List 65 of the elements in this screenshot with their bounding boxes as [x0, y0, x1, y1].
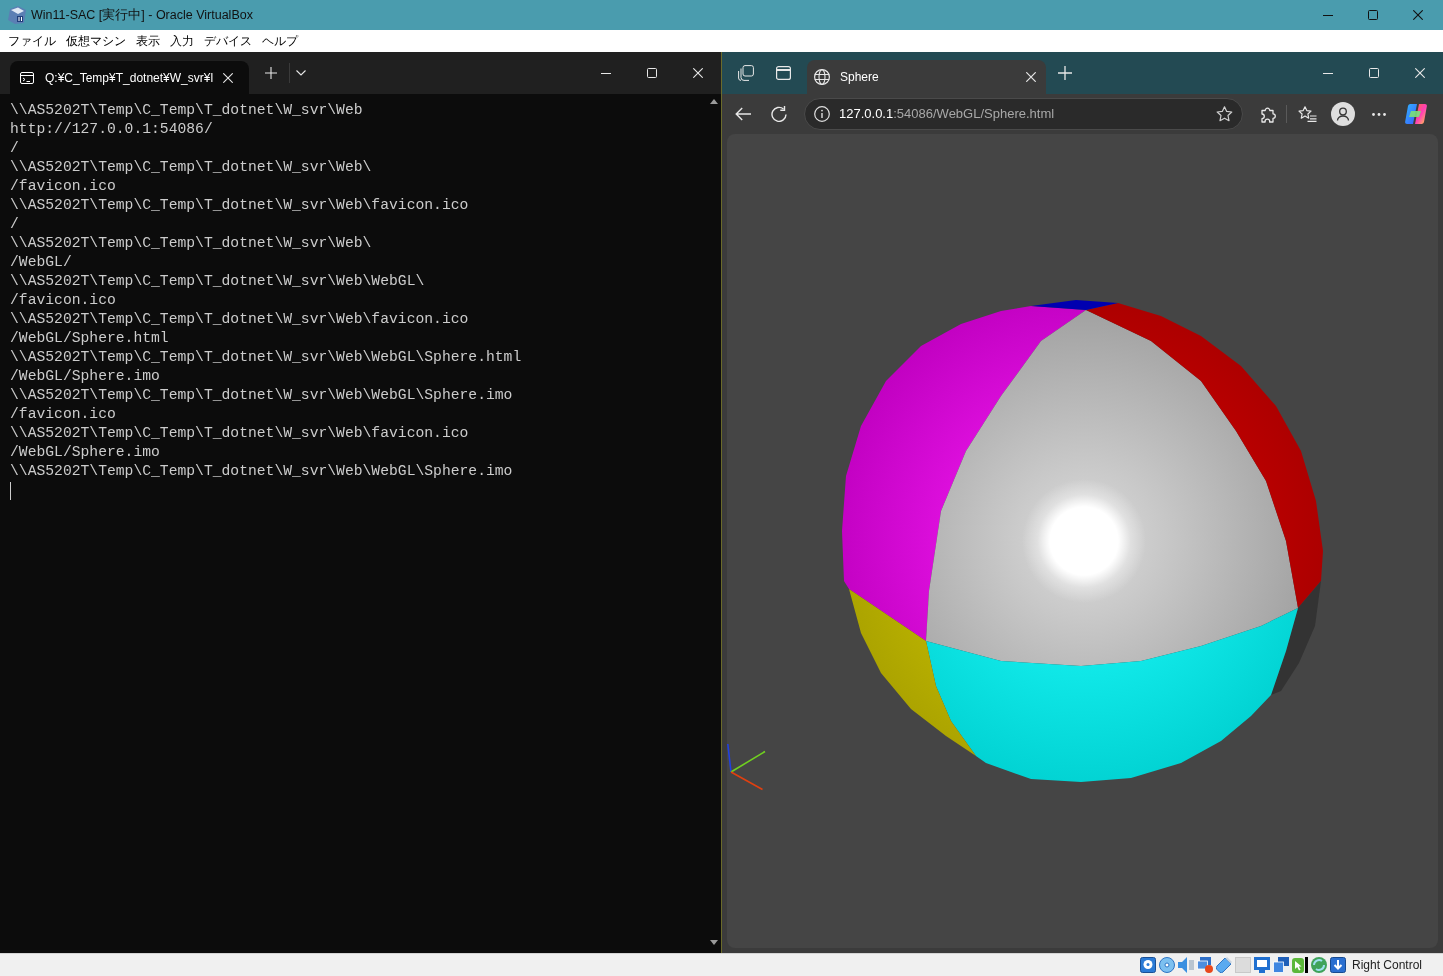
plug-icon[interactable]: [1215, 957, 1232, 973]
terminal-line: \\AS5202T\Temp\C_Temp\T_dotnet\W_svr\Web\WebGL\Sphere.imo: [10, 386, 513, 405]
info-icon[interactable]: [814, 106, 830, 122]
terminal-line: /: [10, 139, 19, 158]
terminal-line: /WebGL/: [10, 253, 72, 272]
display-icon[interactable]: [1253, 957, 1270, 973]
terminal-line: \\AS5202T\Temp\C_Temp\T_dotnet\W_svr\Web\WebGL\Sphere.html: [10, 348, 522, 367]
maximize-icon[interactable]: [1367, 10, 1378, 20]
terminal-line: \\AS5202T\Temp\C_Temp\T_dotnet\W_svr\Web\favicon.ico: [10, 196, 469, 215]
optical-disc-icon[interactable]: [1158, 957, 1175, 973]
menu-item[interactable]: 入力: [170, 32, 194, 50]
browser-tab[interactable]: Sphere: [807, 60, 1046, 94]
address-bar[interactable]: 127.0.0.1:54086/WebGL/Sphere.html: [804, 98, 1243, 130]
refresh-icon[interactable]: [771, 106, 787, 122]
xyz-axes-icon: [727, 743, 767, 791]
scroll-down-icon[interactable]: [709, 940, 718, 945]
network-icon[interactable]: [1196, 957, 1213, 973]
stacked-windows-icon[interactable]: [1272, 957, 1289, 973]
plus-icon[interactable]: [265, 67, 277, 79]
menu-item[interactable]: 仮想マシン: [66, 32, 126, 50]
text-cursor-icon: [10, 481, 11, 500]
terminal-line: http://127.0.0.1:54086/: [10, 120, 213, 139]
minimize-icon[interactable]: [601, 72, 611, 74]
window-title: Win11-SAC [実行中] - Oracle VirtualBox: [31, 6, 253, 24]
globe-icon: [814, 69, 830, 85]
terminal-line: /favicon.ico: [10, 405, 116, 424]
avatar-icon[interactable]: [1331, 102, 1355, 126]
puzzle-icon[interactable]: [1259, 105, 1277, 123]
menu-item[interactable]: デバイス: [204, 32, 252, 50]
pointer-icon[interactable]: [1291, 957, 1308, 973]
terminal-line: /WebGL/Sphere.imo: [10, 367, 160, 386]
close-icon[interactable]: [1412, 10, 1423, 20]
terminal-line: \\AS5202T\Temp\C_Temp\T_dotnet\W_svr\Web\WebGL\: [10, 272, 425, 291]
terminal-line: /favicon.ico: [10, 291, 116, 310]
minimize-icon[interactable]: [1323, 72, 1333, 74]
scroll-up-icon[interactable]: [709, 99, 718, 104]
app-logo-icon: [8, 6, 26, 24]
terminal-line: \\AS5202T\Temp\C_Temp\T_dotnet\W_svr\Web\: [10, 158, 372, 177]
terminal-line: \\AS5202T\Temp\C_Temp\T_dotnet\W_svr\Web\favicon.ico: [10, 310, 469, 329]
menu-item[interactable]: ヘルプ: [262, 32, 298, 50]
terminal-icon: [20, 71, 34, 84]
speaker-icon[interactable]: [1177, 957, 1194, 973]
gradient-logo-icon[interactable]: [1405, 104, 1427, 124]
window-icon[interactable]: [775, 66, 791, 80]
menu-item[interactable]: 表示: [136, 32, 160, 50]
plus-icon[interactable]: [1058, 66, 1072, 80]
terminal-line: \\AS5202T\Temp\C_Temp\T_dotnet\W_svr\Web\favicon.ico: [10, 424, 469, 443]
terminal-line: \\AS5202T\Temp\C_Temp\T_dotnet\W_svr\Web\: [10, 234, 372, 253]
star-icon[interactable]: [1216, 106, 1233, 122]
terminal-line: /: [10, 215, 19, 234]
stacked-squares-icon[interactable]: [738, 65, 754, 81]
minimize-icon[interactable]: [1322, 14, 1333, 16]
chevron-down-icon[interactable]: [296, 70, 306, 76]
terminal-line: /WebGL/Sphere.html: [10, 329, 169, 348]
star-list-icon[interactable]: [1297, 106, 1317, 122]
terminal-tab[interactable]: Q:¥C_Temp¥T_dotnet¥W_svr¥l: [10, 61, 249, 94]
host-key-label: Right Control: [1351, 957, 1422, 974]
terminal-line: \\AS5202T\Temp\C_Temp\T_dotnet\W_svr\Web: [10, 101, 363, 120]
terminal-line: \\AS5202T\Temp\C_Temp\T_dotnet\W_svr\Web\WebGL\Sphere.imo: [10, 462, 513, 481]
more-icon[interactable]: [1372, 112, 1386, 116]
terminal-line: /favicon.ico: [10, 177, 116, 196]
tile-icon[interactable]: [1234, 957, 1251, 973]
terminal-line: /WebGL/Sphere.imo: [10, 443, 160, 462]
menu-item[interactable]: ファイル: [8, 32, 56, 50]
back-arrow-icon[interactable]: [735, 107, 751, 121]
